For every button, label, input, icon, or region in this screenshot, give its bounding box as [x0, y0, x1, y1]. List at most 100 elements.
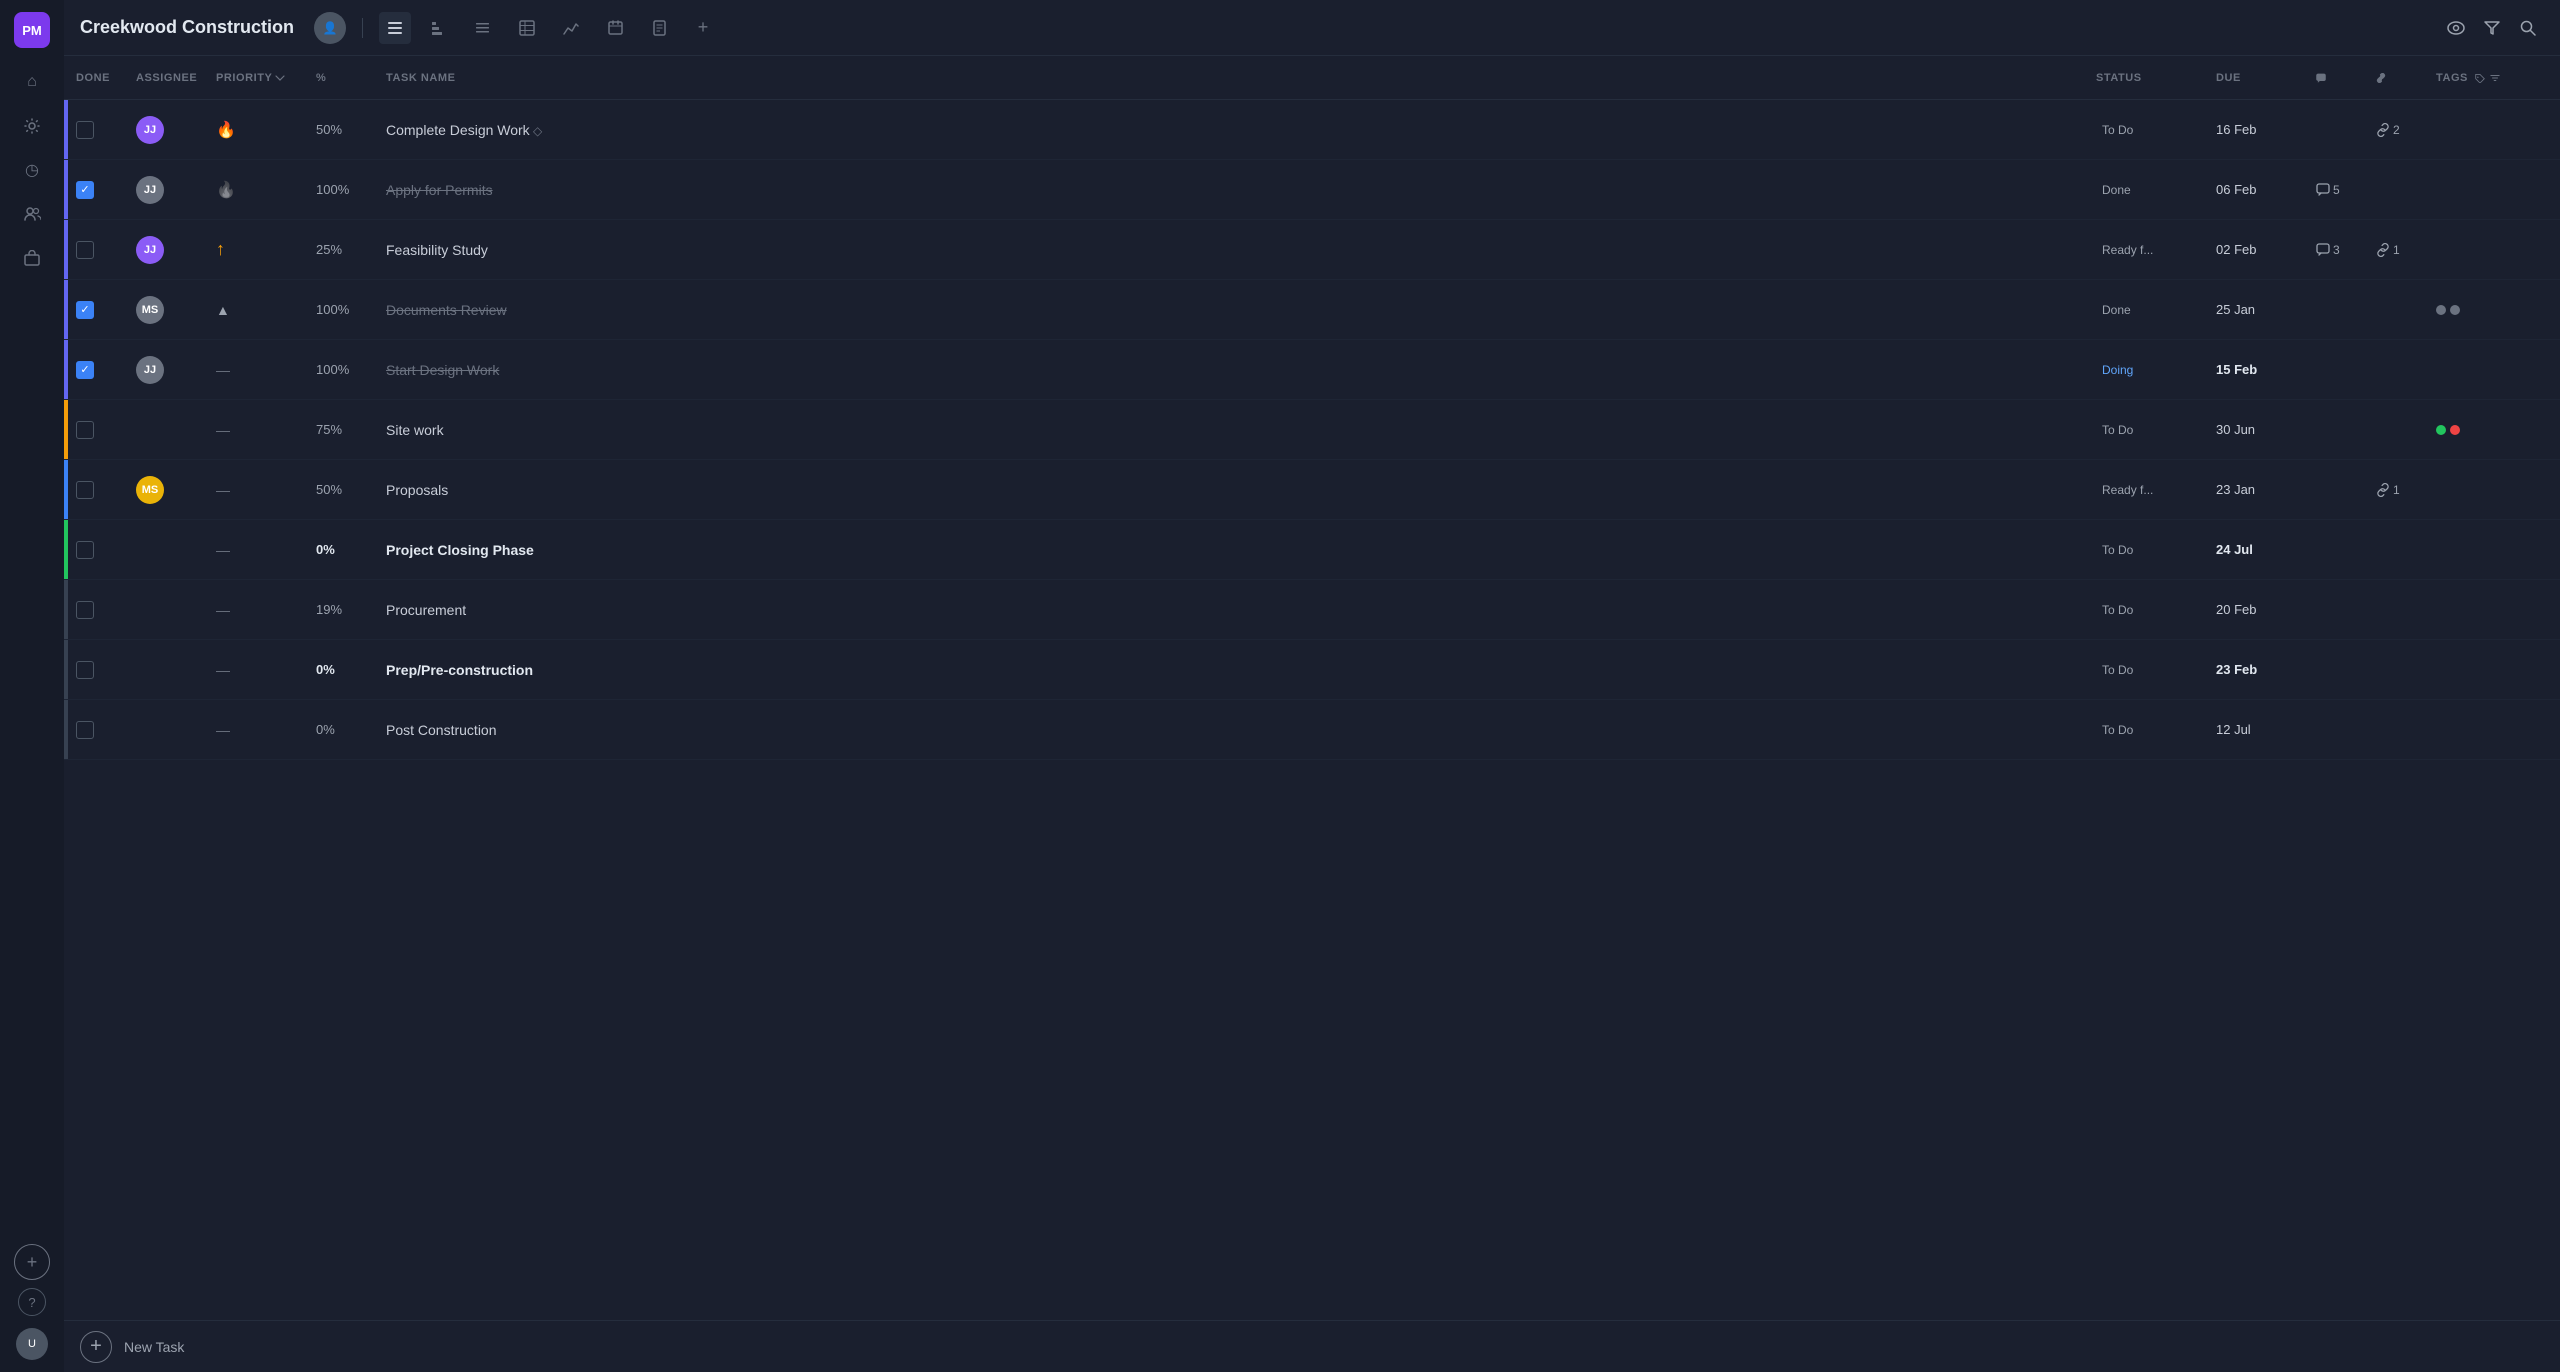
task-name[interactable]: Post Construction	[386, 722, 497, 738]
table-row: MS—50%ProposalsReady f...23 Jan1	[64, 460, 2560, 520]
task-name[interactable]: Complete Design Work	[386, 122, 542, 138]
doc-view-button[interactable]	[643, 12, 675, 44]
sidebar-item-people[interactable]	[14, 196, 50, 232]
assignee-avatar[interactable]: MS	[136, 296, 164, 324]
table-row: JJ🔥50%Complete Design WorkTo Do16 Feb2	[64, 100, 2560, 160]
task-table: DONE ASSIGNEE PRIORITY % TASK NAME STATU…	[64, 56, 2560, 1320]
task-name[interactable]: Prep/Pre-construction	[386, 662, 533, 678]
chart-view-button[interactable]	[555, 12, 587, 44]
new-task-label: New Task	[124, 1339, 184, 1355]
task-status[interactable]: Ready f...	[2096, 481, 2159, 499]
task-checkbox[interactable]	[76, 361, 94, 379]
task-status[interactable]: Ready f...	[2096, 241, 2159, 259]
links-icon[interactable]: 1	[2376, 243, 2400, 257]
table-row: —0%Project Closing PhaseTo Do24 Jul	[64, 520, 2560, 580]
task-percentage: 0%	[316, 722, 335, 737]
task-due-date: 15 Feb	[2216, 362, 2257, 377]
task-status[interactable]: Done	[2096, 181, 2137, 199]
task-checkbox[interactable]	[76, 181, 94, 199]
col-status: STATUS	[2092, 72, 2212, 84]
task-name[interactable]: Proposals	[386, 482, 448, 498]
sidebar-item-home[interactable]: ⌂	[14, 64, 50, 100]
task-status[interactable]: To Do	[2096, 661, 2139, 679]
assignee-avatar[interactable]: JJ	[136, 116, 164, 144]
task-status[interactable]: Done	[2096, 301, 2137, 319]
row-status-bar	[64, 160, 68, 219]
assignee-avatar[interactable]: MS	[136, 476, 164, 504]
task-checkbox[interactable]	[76, 661, 94, 679]
task-due-date: 06 Feb	[2216, 182, 2256, 197]
add-task-button[interactable]: +	[80, 1331, 112, 1363]
assignee-avatar[interactable]: JJ	[136, 236, 164, 264]
task-checkbox[interactable]	[76, 421, 94, 439]
table-row: —0%Prep/Pre-constructionTo Do23 Feb	[64, 640, 2560, 700]
task-due-date: 24 Jul	[2216, 542, 2253, 557]
task-checkbox[interactable]	[76, 601, 94, 619]
main-content: Creekwood Construction 👤	[64, 0, 2560, 1372]
task-name[interactable]: Procurement	[386, 602, 466, 618]
assignee-avatar[interactable]: JJ	[136, 356, 164, 384]
task-status[interactable]: To Do	[2096, 421, 2139, 439]
task-checkbox[interactable]	[76, 481, 94, 499]
task-checkbox[interactable]	[76, 121, 94, 139]
task-due-date: 02 Feb	[2216, 242, 2256, 257]
col-comments	[2312, 73, 2372, 83]
links-icon[interactable]: 2	[2376, 123, 2400, 137]
task-due-date: 12 Jul	[2216, 722, 2251, 737]
tags-cell	[2432, 305, 2552, 315]
task-status[interactable]: To Do	[2096, 541, 2139, 559]
priority-icon: —	[216, 602, 230, 618]
col-priority[interactable]: PRIORITY	[212, 72, 312, 84]
task-checkbox[interactable]	[76, 301, 94, 319]
priority-icon: ▲	[216, 302, 230, 318]
sidebar: PM ⌂ ◷ + ? U	[0, 0, 64, 1372]
sidebar-item-recent[interactable]: ◷	[14, 152, 50, 188]
task-status[interactable]: To Do	[2096, 121, 2139, 139]
task-status[interactable]: To Do	[2096, 721, 2139, 739]
task-status[interactable]: Doing	[2096, 361, 2139, 379]
gantt-view-button[interactable]	[423, 12, 455, 44]
row-status-bar	[64, 100, 68, 159]
filter-button[interactable]	[2476, 12, 2508, 44]
comments-icon[interactable]: 3	[2316, 243, 2340, 257]
row-status-bar	[64, 520, 68, 579]
board-view-button[interactable]	[467, 12, 499, 44]
project-avatar: 👤	[314, 12, 346, 44]
task-percentage: 75%	[316, 422, 342, 437]
priority-icon: —	[216, 722, 230, 738]
add-workspace-button[interactable]: +	[14, 1244, 50, 1280]
watch-button[interactable]	[2440, 12, 2472, 44]
task-name[interactable]: Site work	[386, 422, 444, 438]
comments-icon[interactable]: 5	[2316, 183, 2340, 197]
col-tags: TAGS	[2432, 72, 2552, 84]
sidebar-item-notifications[interactable]	[14, 108, 50, 144]
task-due-date: 16 Feb	[2216, 122, 2256, 137]
list-view-button[interactable]	[379, 12, 411, 44]
task-checkbox[interactable]	[76, 541, 94, 559]
table-row: JJ—100%Start Design WorkDoing15 Feb	[64, 340, 2560, 400]
app-logo[interactable]: PM	[14, 12, 50, 48]
task-name[interactable]: Project Closing Phase	[386, 542, 534, 558]
search-button[interactable]	[2512, 12, 2544, 44]
task-name[interactable]: Apply for Permits	[386, 182, 493, 198]
row-status-bar	[64, 640, 68, 699]
task-name[interactable]: Documents Review	[386, 302, 507, 318]
task-status[interactable]: To Do	[2096, 601, 2139, 619]
task-name[interactable]: Feasibility Study	[386, 242, 488, 258]
help-icon[interactable]: ?	[18, 1288, 46, 1316]
task-checkbox[interactable]	[76, 721, 94, 739]
links-icon[interactable]: 1	[2376, 483, 2400, 497]
user-avatar[interactable]: U	[16, 1328, 48, 1360]
task-percentage: 0%	[316, 662, 335, 677]
sidebar-item-projects[interactable]	[14, 240, 50, 276]
task-checkbox[interactable]	[76, 241, 94, 259]
add-view-button[interactable]: +	[687, 12, 719, 44]
toolbar-divider	[362, 18, 363, 38]
calendar-view-button[interactable]	[599, 12, 631, 44]
priority-icon: —	[216, 362, 230, 378]
table-view-button[interactable]	[511, 12, 543, 44]
task-name[interactable]: Start Design Work	[386, 362, 499, 378]
assignee-avatar[interactable]: JJ	[136, 176, 164, 204]
table-body: JJ🔥50%Complete Design WorkTo Do16 Feb2JJ…	[64, 100, 2560, 760]
task-due-date: 23 Jan	[2216, 482, 2255, 497]
